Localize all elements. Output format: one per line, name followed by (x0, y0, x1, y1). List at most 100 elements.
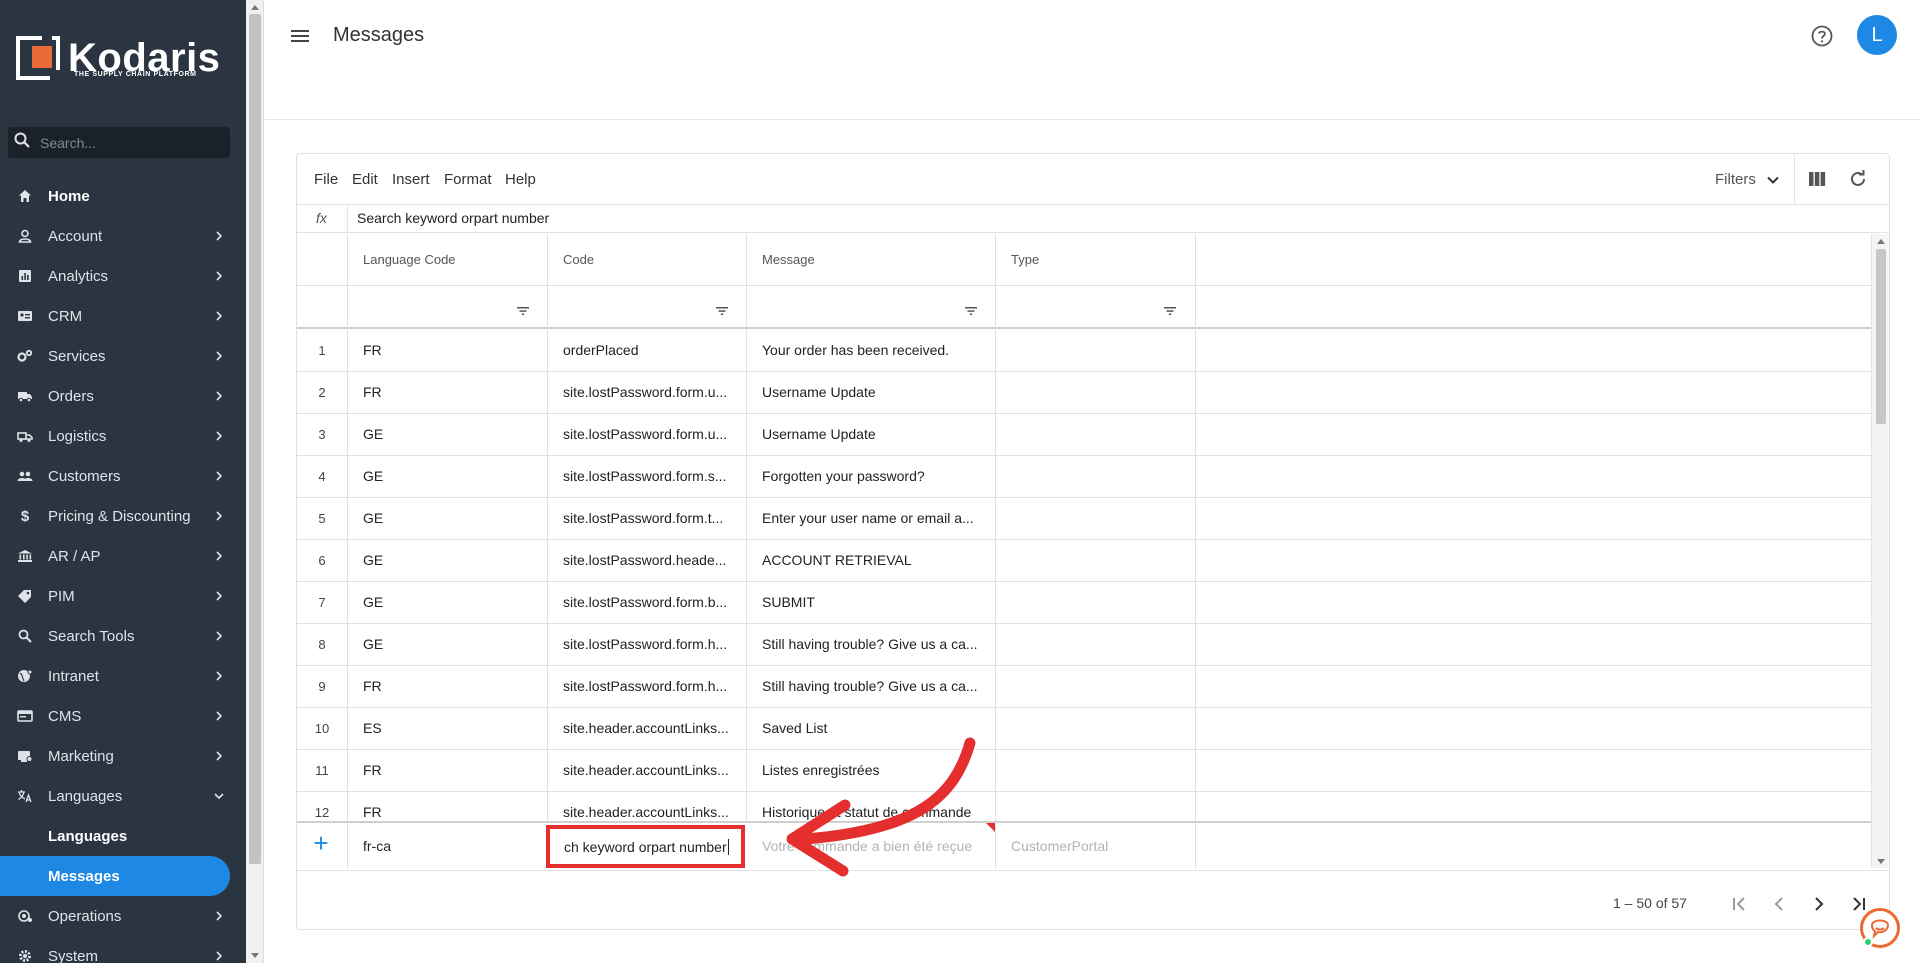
column-header-type[interactable]: Type (995, 234, 1195, 285)
cell-message[interactable]: Saved List (746, 707, 995, 749)
cell-type[interactable] (995, 329, 1195, 371)
cell-code[interactable]: site.lostPassword.form.t... (547, 497, 746, 539)
cell-language-code[interactable]: GE (347, 497, 547, 539)
menu-edit[interactable]: Edit (352, 171, 378, 188)
sidebar-item-pim[interactable]: PIM (0, 576, 246, 616)
sidebar-item-logistics[interactable]: Logistics (0, 416, 246, 456)
cell-message[interactable]: Username Update (746, 413, 995, 455)
filter-icon[interactable] (715, 306, 729, 316)
menu-insert[interactable]: Insert (392, 171, 430, 188)
sidebar-subitem-messages[interactable]: Messages (0, 856, 230, 896)
cell-code[interactable]: site.lostPassword.form.h... (547, 623, 746, 665)
filter-icon[interactable] (1163, 306, 1177, 316)
cell-language-code[interactable]: FR (347, 665, 547, 707)
menu-icon[interactable] (289, 27, 311, 45)
cell-message[interactable]: ACCOUNT RETRIEVAL (746, 539, 995, 581)
new-row-type-input[interactable]: CustomerPortal (995, 823, 1195, 869)
first-page-icon[interactable] (1729, 894, 1749, 914)
sidebar-item-customers[interactable]: Customers (0, 456, 246, 496)
cell-type[interactable] (995, 581, 1195, 623)
cell-type[interactable] (995, 623, 1195, 665)
cell-code[interactable]: site.lostPassword.form.s... (547, 455, 746, 497)
cell-code[interactable]: orderPlaced (547, 329, 746, 371)
cell-message[interactable]: Forgotten your password? (746, 455, 995, 497)
cell-language-code[interactable]: GE (347, 539, 547, 581)
cell-code[interactable]: site.lostPassword.form.b... (547, 581, 746, 623)
sidebar-item-services[interactable]: Services (0, 336, 246, 376)
cell-code[interactable]: site.lostPassword.form.h... (547, 665, 746, 707)
scroll-up-icon[interactable] (251, 5, 259, 10)
sidebar-subitem-languages[interactable]: Languages (0, 816, 246, 856)
cell-language-code[interactable]: FR (347, 329, 547, 371)
cell-language-code[interactable]: GE (347, 581, 547, 623)
sidebar-item-orders[interactable]: Orders (0, 376, 246, 416)
new-row-message-input[interactable]: Votre commande a bien été reçue (746, 823, 995, 869)
previous-page-icon[interactable] (1769, 894, 1789, 914)
help-icon[interactable] (1810, 24, 1834, 48)
scroll-down-icon[interactable] (1877, 859, 1885, 864)
cell-type[interactable] (995, 749, 1195, 791)
cell-code[interactable]: site.lostPassword.form.u... (547, 413, 746, 455)
cell-language-code[interactable]: FR (347, 749, 547, 791)
sidebar-item-search-tools[interactable]: Search Tools (0, 616, 246, 656)
cell-code[interactable]: site.header.accountLinks... (547, 707, 746, 749)
sidebar-item-ar-ap[interactable]: AR / AP (0, 536, 246, 576)
sidebar-item-intranet[interactable]: Intranet (0, 656, 246, 696)
sidebar-item-languages[interactable]: Languages (0, 776, 246, 816)
new-row-code-input[interactable]: ch keyword orpart number (546, 825, 745, 868)
avatar[interactable]: L (1857, 15, 1897, 55)
sidebar-item-system[interactable]: System (0, 936, 246, 976)
menu-file[interactable]: File (314, 171, 338, 188)
cell-type[interactable] (995, 497, 1195, 539)
scrollbar-thumb[interactable] (249, 14, 261, 864)
cell-type[interactable] (995, 539, 1195, 581)
menu-format[interactable]: Format (444, 171, 492, 188)
cell-message[interactable]: Still having trouble? Give us a ca... (746, 623, 995, 665)
cell-code[interactable]: site.header.accountLinks... (547, 749, 746, 791)
cell-type[interactable] (995, 665, 1195, 707)
new-row-language-code[interactable]: fr-ca (347, 823, 547, 869)
sidebar-item-pricing[interactable]: $ Pricing & Discounting (0, 496, 246, 536)
cell-code[interactable]: site.lostPassword.heade... (547, 539, 746, 581)
sidebar-item-marketing[interactable]: Marketing (0, 736, 246, 776)
cell-language-code[interactable]: GE (347, 413, 547, 455)
columns-icon[interactable] (1808, 170, 1826, 188)
filter-icon[interactable] (964, 306, 978, 316)
column-header-message[interactable]: Message (746, 234, 995, 285)
cell-message[interactable]: Enter your user name or email a... (746, 497, 995, 539)
scrollbar-thumb[interactable] (1876, 249, 1886, 424)
sidebar-scrollbar[interactable] (246, 0, 264, 963)
filters-dropdown[interactable]: Filters (1715, 171, 1780, 188)
sidebar-item-cms[interactable]: CMS (0, 696, 246, 736)
cell-code[interactable]: site.lostPassword.form.u... (547, 371, 746, 413)
filter-icon[interactable] (516, 306, 530, 316)
menu-help[interactable]: Help (505, 171, 536, 188)
scroll-up-icon[interactable] (1877, 239, 1885, 244)
cell-type[interactable] (995, 413, 1195, 455)
cell-message[interactable]: Listes enregistrées (746, 749, 995, 791)
cell-language-code[interactable]: ES (347, 707, 547, 749)
cell-language-code[interactable]: FR (347, 371, 547, 413)
grid-scrollbar[interactable] (1871, 234, 1889, 868)
scroll-down-icon[interactable] (251, 953, 259, 958)
sidebar-item-crm[interactable]: CRM (0, 296, 246, 336)
column-header-language-code[interactable]: Language Code (347, 234, 547, 285)
column-header-code[interactable]: Code (547, 234, 746, 285)
cell-message[interactable]: SUBMIT (746, 581, 995, 623)
cell-type[interactable] (995, 707, 1195, 749)
next-page-icon[interactable] (1809, 894, 1829, 914)
refresh-icon[interactable] (1848, 169, 1868, 189)
cell-type[interactable] (995, 455, 1195, 497)
cell-language-code[interactable]: GE (347, 455, 547, 497)
cell-message[interactable]: Username Update (746, 371, 995, 413)
sidebar-search-input[interactable] (38, 133, 218, 152)
sidebar-item-home[interactable]: Home (0, 176, 246, 216)
sidebar-item-operations[interactable]: Operations (0, 896, 246, 936)
formula-input[interactable]: Search keyword orpart number (357, 210, 549, 226)
cell-language-code[interactable]: GE (347, 623, 547, 665)
cell-message[interactable]: Still having trouble? Give us a ca... (746, 665, 995, 707)
cell-message[interactable]: Your order has been received. (746, 329, 995, 371)
sidebar-item-account[interactable]: Account (0, 216, 246, 256)
add-row-button[interactable]: + (309, 830, 333, 856)
sidebar-item-analytics[interactable]: Analytics (0, 256, 246, 296)
